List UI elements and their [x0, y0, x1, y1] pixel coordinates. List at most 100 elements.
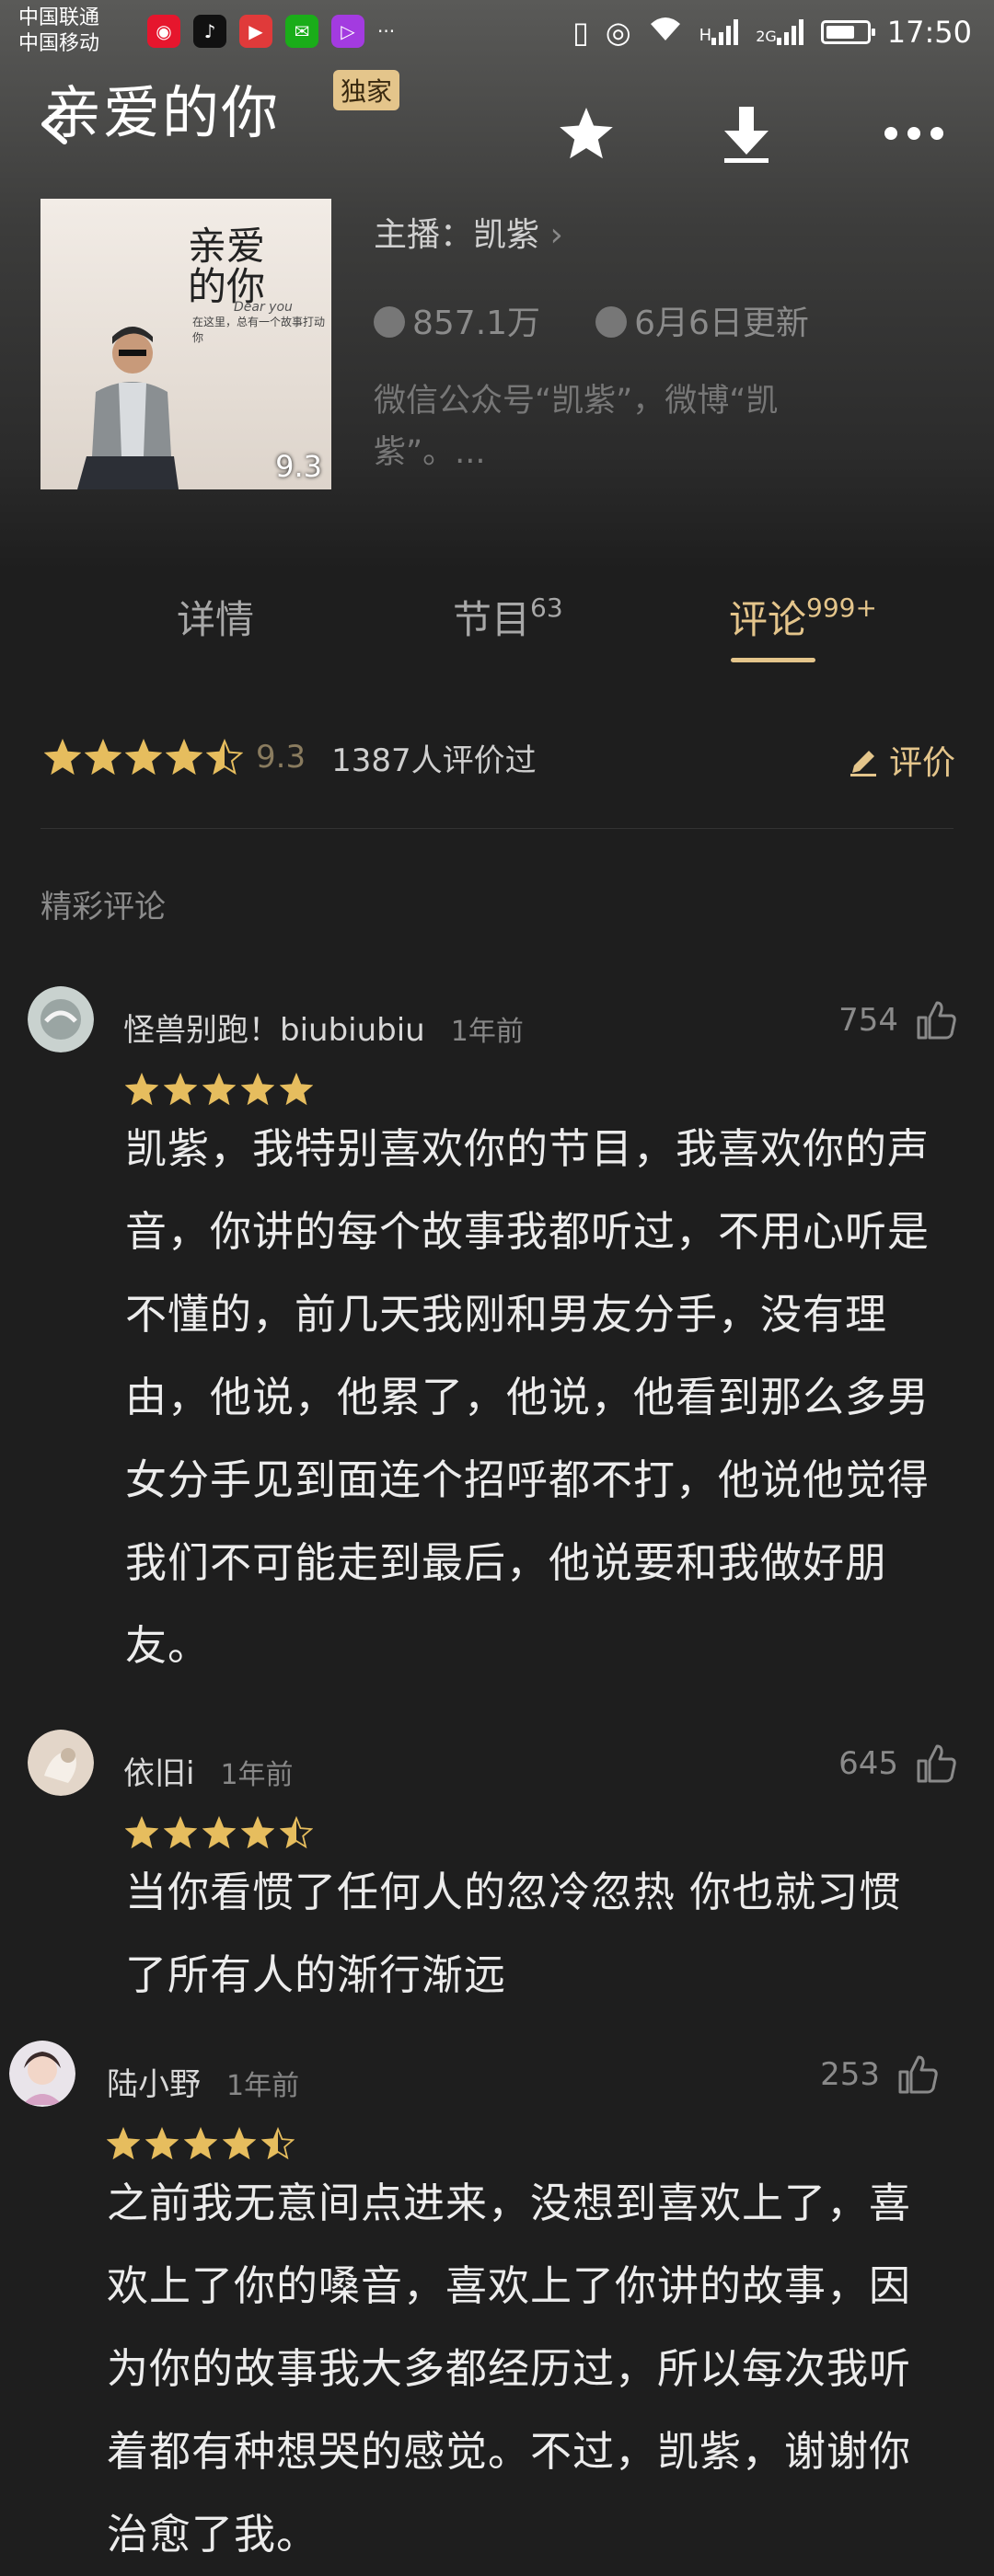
notification-icons: ◉ ♪ ▶ ✉ ▷ ···: [147, 15, 395, 48]
status-bar: 中国联通 中国移动 ◉ ♪ ▶ ✉ ▷ ··· ▯ ◎ H 2G 17:50: [0, 0, 994, 66]
tab-episodes[interactable]: 节目63: [453, 589, 563, 645]
user-avatar[interactable]: [28, 1730, 94, 1796]
username-text: 依旧i: [123, 1755, 195, 1792]
page-title: 亲爱的你: [44, 79, 281, 146]
star-full-icon: [125, 1816, 158, 1849]
star-icon: [560, 108, 613, 159]
write-review-button[interactable]: 评价: [847, 736, 955, 784]
thumbs-up-icon: [917, 1001, 956, 1040]
carrier-info: 中国联通 中国移动: [18, 6, 99, 57]
user-avatar[interactable]: [9, 2041, 75, 2107]
host-label: 主播：凯紫: [374, 216, 540, 254]
play-count: 857.1万: [374, 296, 540, 344]
play-count-text: 857.1万: [412, 305, 541, 342]
tab-episodes-label: 节目: [453, 597, 531, 642]
cover-subtitle: 在这里，总有一个故事打动你: [192, 316, 326, 344]
carrier-2: 中国移动: [18, 32, 100, 55]
star-full-icon: [145, 2127, 179, 2160]
eye-comfort-icon: ◎: [605, 15, 631, 50]
star-full-icon: [164, 1073, 197, 1106]
chevron-right-icon: ›: [549, 216, 563, 254]
star-full-icon: [164, 1816, 197, 1849]
tiktok-icon: ♪: [193, 15, 226, 48]
pencil-icon: [850, 751, 876, 776]
update-text: 6月6日更新: [634, 305, 809, 342]
thumbs-up-icon: [898, 2055, 938, 2094]
star-full-icon: [280, 1073, 313, 1106]
wechat-icon: ✉: [285, 15, 318, 48]
username-text: 陆小野: [107, 2066, 201, 2103]
signal-2-label: 2G: [756, 28, 777, 45]
download-button[interactable]: [714, 101, 779, 166]
album-description[interactable]: 微信公众号“凯紫”，微博“凯紫”。...: [374, 375, 889, 478]
host-link[interactable]: 主播：凯紫 ›: [374, 208, 563, 256]
star-full-icon: [125, 1073, 158, 1106]
more-options-button[interactable]: [882, 101, 946, 166]
clock: 17:50: [886, 15, 972, 50]
star-full-icon: [202, 1073, 236, 1106]
star-full-icon: [241, 1816, 274, 1849]
comment-username[interactable]: 怪兽别跑！biubiubiu 1年前: [123, 1005, 524, 1050]
chevron-left-icon: [41, 104, 67, 144]
write-review-label: 评价: [888, 744, 955, 782]
cover-en-title: Dear you: [234, 300, 293, 315]
comment-username[interactable]: 陆小野 1年前: [107, 2059, 299, 2104]
like-count: 253: [820, 2056, 880, 2093]
star-full-icon: [223, 2127, 256, 2160]
section-title: 精彩评论: [40, 889, 166, 926]
tab-details-label: 详情: [177, 597, 255, 642]
back-button[interactable]: [37, 103, 74, 144]
like-button[interactable]: 253: [820, 2053, 939, 2096]
thumbs-up-icon: [917, 1744, 956, 1783]
rating-summary: 9.3 1387人评价过 评价: [44, 736, 955, 782]
exclusive-badge: 独家: [333, 70, 400, 110]
signal-icon-1: H: [699, 19, 740, 45]
tab-details[interactable]: 详情: [177, 589, 254, 645]
comment-stars: [125, 1816, 313, 1849]
comment-time: 1年前: [220, 1759, 294, 1791]
comment-stars: [107, 2127, 295, 2160]
star-full-icon: [241, 1073, 274, 1106]
star-half-icon: [261, 2127, 295, 2160]
user-avatar[interactable]: [28, 986, 94, 1052]
star-full-icon: [166, 739, 202, 776]
star-full-icon: [85, 739, 121, 776]
comment-username[interactable]: 依旧i 1年前: [123, 1748, 294, 1793]
favorite-button[interactable]: [554, 101, 618, 166]
comment-text: 当你看惯了任何人的忽冷忽热 你也就习惯了所有人的渐行渐远: [125, 1868, 902, 1999]
download-icon: [724, 107, 769, 163]
system-status: ▯ ◎ H 2G 17:50: [572, 15, 972, 50]
album-stats: 857.1万 6月6日更新: [374, 296, 809, 344]
more-dots-icon: [884, 127, 943, 140]
like-count: 645: [838, 1745, 898, 1782]
star-full-icon: [202, 1816, 236, 1849]
tab-comments-count: 999+: [806, 592, 877, 623]
comment-time: 1年前: [226, 2070, 300, 2102]
tab-comments-label: 评论: [729, 597, 807, 642]
signal-icon-2: 2G: [756, 19, 804, 45]
tab-episodes-count: 63: [530, 592, 563, 623]
star-full-icon: [44, 739, 81, 776]
star-full-icon: [184, 2127, 217, 2160]
star-full-icon: [125, 739, 162, 776]
album-cover[interactable]: 亲爱的你 在这里，总有一个故事打动你 Dear you 9.3: [40, 199, 331, 489]
play-icon: [374, 306, 405, 338]
like-count: 754: [838, 1002, 898, 1039]
carrier-1: 中国联通: [18, 6, 100, 29]
star-half-icon: [206, 739, 243, 776]
like-button[interactable]: 754: [838, 999, 957, 1041]
video-app-icon: ▶: [239, 15, 272, 48]
like-button[interactable]: 645: [838, 1742, 957, 1785]
cover-score: 9.3: [275, 449, 322, 484]
tab-comments[interactable]: 评论999+: [729, 589, 877, 645]
comment-text: 凯紫，我特别喜欢你的节目，我喜欢你的声音，你讲的每个故事我都听过，不用心听是不懂…: [125, 1124, 930, 1670]
battery-icon: [820, 20, 875, 44]
more-notifications-icon: ···: [377, 20, 396, 42]
host-photo: [77, 327, 179, 489]
vibrate-icon: ▯: [572, 15, 589, 50]
comment-time: 1年前: [450, 1016, 524, 1048]
cover-title: 亲爱的你: [188, 226, 298, 307]
wifi-icon: [648, 15, 683, 50]
active-tab-indicator: [731, 658, 815, 662]
comment-stars: [125, 1073, 313, 1106]
